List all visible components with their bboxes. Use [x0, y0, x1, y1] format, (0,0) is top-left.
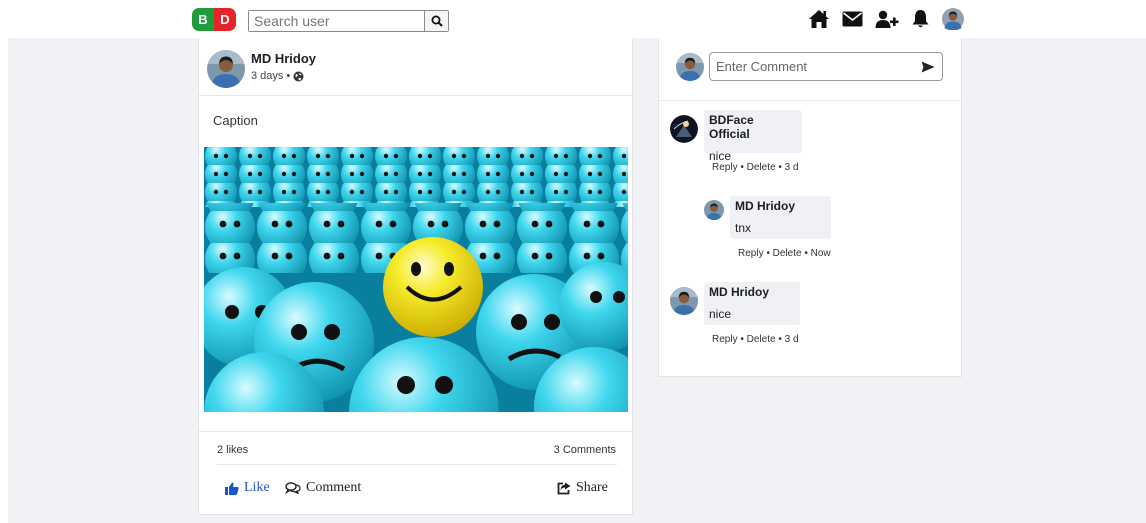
search-button[interactable] — [424, 11, 448, 31]
comment-time: 3 d — [784, 334, 799, 345]
post-divider — [199, 431, 632, 432]
actions-divider — [217, 464, 617, 465]
add-friend-icon[interactable] — [875, 10, 899, 29]
share-button[interactable]: Share — [557, 480, 608, 496]
likes-count[interactable]: 2 likes — [217, 444, 248, 456]
like-button[interactable]: Like — [225, 480, 270, 496]
search-icon — [431, 15, 443, 27]
logo-letter-d: D — [214, 8, 236, 31]
top-navbar: B D — [0, 0, 1146, 38]
profile-avatar[interactable] — [942, 8, 964, 30]
comment-text: nice — [709, 149, 732, 163]
send-icon — [921, 61, 935, 72]
post-meta: 3 days • — [251, 70, 304, 82]
send-button[interactable] — [914, 61, 942, 73]
post-time: 3 days — [251, 70, 284, 82]
post-author-name[interactable]: MD Hridoy — [251, 51, 316, 66]
delete-link[interactable]: Delete — [747, 334, 776, 345]
comment-button[interactable]: Comment — [285, 480, 361, 496]
post-caption: Caption — [213, 113, 258, 128]
messages-icon[interactable] — [842, 11, 863, 27]
reply-bubble: MD Hridoy tnx — [730, 196, 831, 239]
search-box — [248, 10, 449, 32]
comment-author[interactable]: MD Hridoy — [709, 285, 795, 299]
comment-actions: Reply • Delete • 3 d — [712, 162, 799, 173]
logo-letter-b: B — [192, 8, 214, 31]
comment-text: nice — [709, 307, 732, 321]
reply-time: Now — [810, 248, 831, 259]
reply-link[interactable]: Reply — [738, 248, 764, 259]
comment-label: Comment — [306, 480, 362, 495]
comment-author[interactable]: BDFace Official — [709, 113, 797, 141]
meta-separator: • — [286, 70, 291, 82]
reply-author[interactable]: MD Hridoy — [735, 199, 826, 213]
search-input[interactable] — [249, 11, 424, 31]
post-header: MD Hridoy 3 days • — [199, 38, 632, 96]
delete-link[interactable]: Delete — [747, 162, 776, 173]
commenter-avatar[interactable] — [670, 115, 698, 143]
commenter-avatar[interactable] — [670, 287, 698, 315]
notifications-icon[interactable] — [911, 9, 930, 29]
current-user-avatar[interactable] — [676, 53, 704, 81]
like-label: Like — [244, 480, 270, 495]
comment-actions: Reply • Delete • 3 d — [712, 334, 799, 345]
app-logo[interactable]: B D — [192, 8, 236, 31]
globe-icon — [293, 71, 304, 81]
comment-field-box — [709, 52, 943, 81]
home-icon[interactable] — [808, 9, 830, 29]
reply-avatar[interactable] — [704, 200, 724, 220]
reply-link[interactable]: Reply — [712, 334, 738, 345]
share-label: Share — [576, 480, 608, 495]
author-avatar[interactable] — [207, 50, 245, 88]
comment-time: 3 d — [784, 162, 799, 173]
comment-bubble: BDFace Official nice — [704, 110, 802, 163]
reply-text: tnx — [735, 221, 752, 235]
nav-icons — [808, 8, 964, 30]
delete-link[interactable]: Delete — [773, 248, 802, 259]
comment-icon — [285, 482, 301, 494]
comment-input-row — [659, 38, 961, 101]
reply-actions: Reply • Delete • Now — [738, 248, 831, 259]
reply-link[interactable]: Reply — [712, 162, 738, 173]
comment-input[interactable] — [710, 59, 914, 74]
thumbs-up-icon — [225, 482, 239, 495]
comment-bubble: MD Hridoy nice — [704, 282, 800, 325]
comments-count[interactable]: 3 Comments — [554, 444, 616, 456]
post-image[interactable] — [204, 147, 628, 412]
share-icon — [557, 482, 571, 494]
comment-panel: BDFace Official nice Reply • Delete • 3 … — [658, 38, 962, 377]
post-card: MD Hridoy 3 days • Caption 2 likes 3 Com… — [198, 38, 633, 515]
